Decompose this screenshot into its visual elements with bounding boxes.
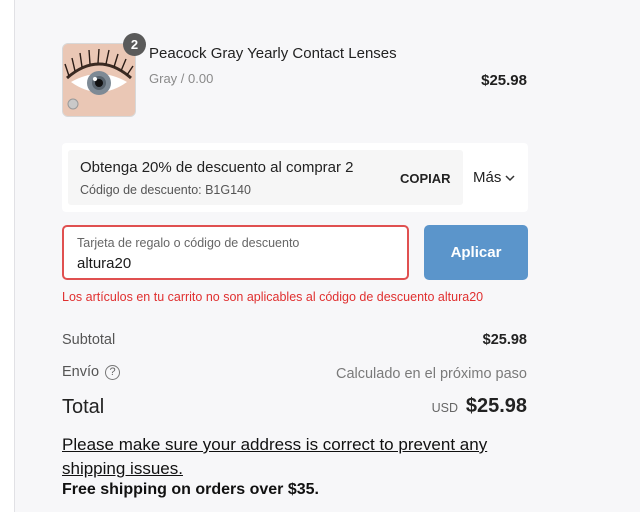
discount-code-input[interactable] xyxy=(77,255,377,272)
product-name: Peacock Gray Yearly Contact Lenses xyxy=(149,45,397,62)
subtotal-label: Subtotal xyxy=(62,332,116,348)
shipping-label: Envío xyxy=(62,364,100,380)
eye-lens-icon xyxy=(63,44,135,116)
discount-code-field[interactable]: Tarjeta de regalo o código de descuento xyxy=(62,225,409,280)
shipping-label-row: Envío ? xyxy=(62,364,121,380)
more-label: Más xyxy=(473,169,502,186)
product-variant: Gray / 0.00 xyxy=(149,71,214,86)
promo-code: Código de descuento: B1G140 xyxy=(80,183,251,197)
help-icon[interactable]: ? xyxy=(105,364,121,380)
subtotal-value: $25.98 xyxy=(482,332,527,348)
address-notice: Please make sure your address is correct… xyxy=(62,435,488,478)
total-label: Total xyxy=(62,396,105,418)
discount-field-label: Tarjeta de regalo o código de descuento xyxy=(77,236,300,250)
shipping-value: Calculado en el próximo paso xyxy=(335,366,527,382)
total-currency: USD xyxy=(431,401,458,415)
product-image xyxy=(62,43,136,117)
promo-banner: Obtenga 20% de descuento al comprar 2 Có… xyxy=(62,143,528,212)
copy-code-button[interactable]: COPIAR xyxy=(400,171,451,186)
discount-error-message: Los artículos en tu carrito no son aplic… xyxy=(62,290,484,304)
free-shipping-notice: Free shipping on orders over $35. xyxy=(62,481,319,498)
apply-button[interactable]: Aplicar xyxy=(424,225,528,280)
total-value: $25.98 xyxy=(465,395,527,417)
quantity-badge: 2 xyxy=(123,33,146,56)
chevron-down-icon xyxy=(505,174,515,181)
product-price: $25.98 xyxy=(481,72,527,89)
promo-title: Obtenga 20% de descuento al comprar 2 xyxy=(80,159,354,176)
more-button[interactable]: Más xyxy=(473,169,515,186)
